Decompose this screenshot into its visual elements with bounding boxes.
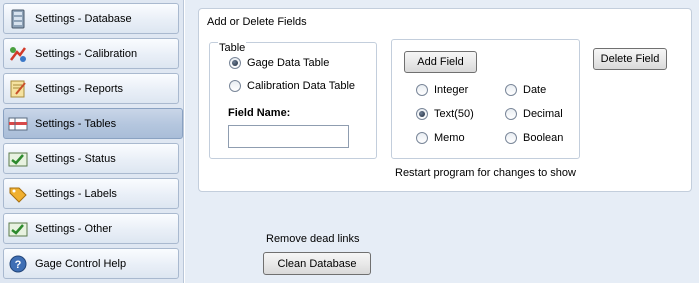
radio-label: Memo [434,132,465,144]
radio-label: Date [523,84,547,96]
radio-label: Integer [434,84,469,96]
radio-label: Text(50) [434,108,474,120]
radio-label: Gage Data Table [247,57,330,69]
sidebar-item-database[interactable]: Settings - Database [3,3,179,34]
sidebar-item-label: Settings - Reports [35,82,124,95]
tables-icon [8,114,28,134]
add-field-button[interactable]: Add Field [404,51,477,73]
sidebar-item-help[interactable]: ? Gage Control Help [3,248,179,279]
reports-icon [8,79,28,99]
sidebar-item-reports[interactable]: Settings - Reports [3,73,179,104]
help-icon: ? [8,254,28,274]
radio-label: Decimal [523,108,563,120]
calibration-icon [8,44,28,64]
sidebar-item-tables[interactable]: Settings - Tables [3,108,183,139]
restart-note: Restart program for changes to show [395,167,576,179]
type-boolean-radio[interactable]: Boolean [505,132,563,144]
status-icon [8,149,28,169]
remove-dead-links-label: Remove dead links [266,233,360,245]
type-memo-radio[interactable]: Memo [416,132,465,144]
radio-button[interactable] [416,84,428,96]
sidebar-item-other[interactable]: Settings - Other [3,213,179,244]
radio-label: Calibration Data Table [247,80,356,92]
table-box: Table Gage Data Table Calibration Data T… [209,42,377,159]
field-name-label: Field Name: [228,107,291,119]
settings-sidebar: Settings - Database Settings - Calibrati… [0,0,184,283]
type-text50-radio[interactable]: Text(50) [416,108,474,120]
sidebar-item-label: Settings - Database [35,12,132,25]
field-type-box: Add Field Integer Text(50) Memo Date Dec… [391,39,580,159]
sidebar-item-label: Settings - Tables [35,117,117,130]
add-delete-fields-group: Add or Delete Fields Table Gage Data Tab… [198,8,692,192]
radio-button[interactable] [505,108,517,120]
radio-button[interactable] [416,132,428,144]
type-date-radio[interactable]: Date [505,84,546,96]
sidebar-item-label: Settings - Labels [35,187,117,200]
field-name-input[interactable] [228,125,349,148]
database-icon [8,9,28,29]
table-box-title: Table [218,42,247,54]
sidebar-item-label: Gage Control Help [35,257,127,270]
type-integer-radio[interactable]: Integer [416,84,468,96]
radio-label: Boolean [523,132,564,144]
sidebar-item-labels[interactable]: Settings - Labels [3,178,179,209]
group-title: Add or Delete Fields [207,16,307,28]
tables-settings-panel: Add or Delete Fields Table Gage Data Tab… [185,0,699,283]
type-decimal-radio[interactable]: Decimal [505,108,563,120]
radio-button[interactable] [229,80,241,92]
radio-button[interactable] [505,84,517,96]
delete-field-button[interactable]: Delete Field [593,48,667,70]
gage-data-table-radio[interactable]: Gage Data Table [229,57,329,69]
sidebar-item-label: Settings - Other [35,222,113,235]
sidebar-item-calibration[interactable]: Settings - Calibration [3,38,179,69]
radio-button[interactable] [416,108,428,120]
calibration-data-table-radio[interactable]: Calibration Data Table [229,80,355,92]
clean-database-button[interactable]: Clean Database [263,252,371,275]
sidebar-item-label: Settings - Status [35,152,116,165]
labels-icon [8,184,28,204]
radio-button[interactable] [505,132,517,144]
radio-button[interactable] [229,57,241,69]
sidebar-item-label: Settings - Calibration [35,47,138,60]
other-icon [8,219,28,239]
sidebar-item-status[interactable]: Settings - Status [3,143,179,174]
svg-text:?: ? [15,259,22,271]
